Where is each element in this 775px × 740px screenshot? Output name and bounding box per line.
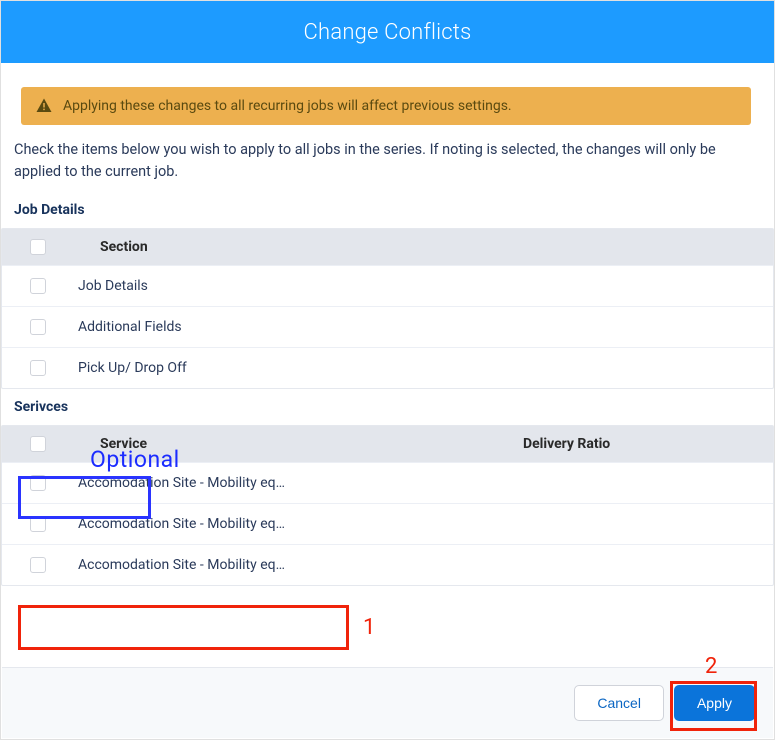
- modal-content: Applying these changes to all recurring …: [1, 63, 774, 586]
- warning-triangle-icon: [35, 97, 53, 115]
- table-row: Accomodation Site - Mobility eq…: [2, 462, 773, 503]
- row-checkbox[interactable]: [30, 557, 46, 573]
- cancel-button[interactable]: Cancel: [574, 685, 664, 721]
- services-label: Serivces: [14, 399, 68, 415]
- job-details-table: Section Job Details Additional Fields Pi…: [1, 228, 774, 389]
- table-row: Accomodation Site - Mobility eq…: [2, 544, 773, 585]
- section-column-header: Section: [78, 239, 773, 255]
- select-all-services-checkbox[interactable]: [30, 436, 46, 452]
- warning-banner: Applying these changes to all recurring …: [21, 87, 751, 125]
- warning-text: Applying these changes to all recurring …: [63, 98, 512, 114]
- modal-header: Change Conflicts: [1, 1, 774, 63]
- table-row: Pick Up/ Drop Off: [2, 347, 773, 388]
- row-checkbox[interactable]: [30, 360, 46, 376]
- intro-text: Check the items below you wish to apply …: [14, 139, 756, 184]
- table-row: Accomodation Site - Mobility eq…: [2, 503, 773, 544]
- services-table: Service Delivery Ratio Accomodation Site…: [1, 425, 774, 586]
- job-details-label: Job Details: [14, 202, 756, 218]
- annotation-red-box-row: [18, 605, 349, 650]
- job-details-table-header: Section: [2, 229, 773, 265]
- modal-title: Change Conflicts: [304, 20, 472, 45]
- row-label: Additional Fields: [78, 319, 773, 335]
- modal-footer: Cancel Apply: [2, 667, 773, 738]
- table-row: Job Details: [2, 265, 773, 306]
- select-all-job-details-checkbox[interactable]: [30, 239, 46, 255]
- row-checkbox[interactable]: [30, 278, 46, 294]
- row-checkbox[interactable]: [30, 475, 46, 491]
- row-label: Accomodation Site - Mobility eq…: [78, 516, 773, 532]
- row-label: Pick Up/ Drop Off: [78, 360, 773, 376]
- row-label: Job Details: [78, 278, 773, 294]
- row-label: Accomodation Site - Mobility eq…: [78, 475, 773, 491]
- row-checkbox[interactable]: [30, 319, 46, 335]
- delivery-ratio-column-header: Delivery Ratio: [523, 436, 773, 452]
- apply-button[interactable]: Apply: [674, 685, 755, 721]
- annotation-step-1: 1: [363, 615, 375, 640]
- row-checkbox[interactable]: [30, 516, 46, 532]
- service-column-header: Service: [78, 436, 523, 452]
- services-table-header: Service Delivery Ratio: [2, 426, 773, 462]
- row-label: Accomodation Site - Mobility eq…: [78, 557, 773, 573]
- table-row: Additional Fields: [2, 306, 773, 347]
